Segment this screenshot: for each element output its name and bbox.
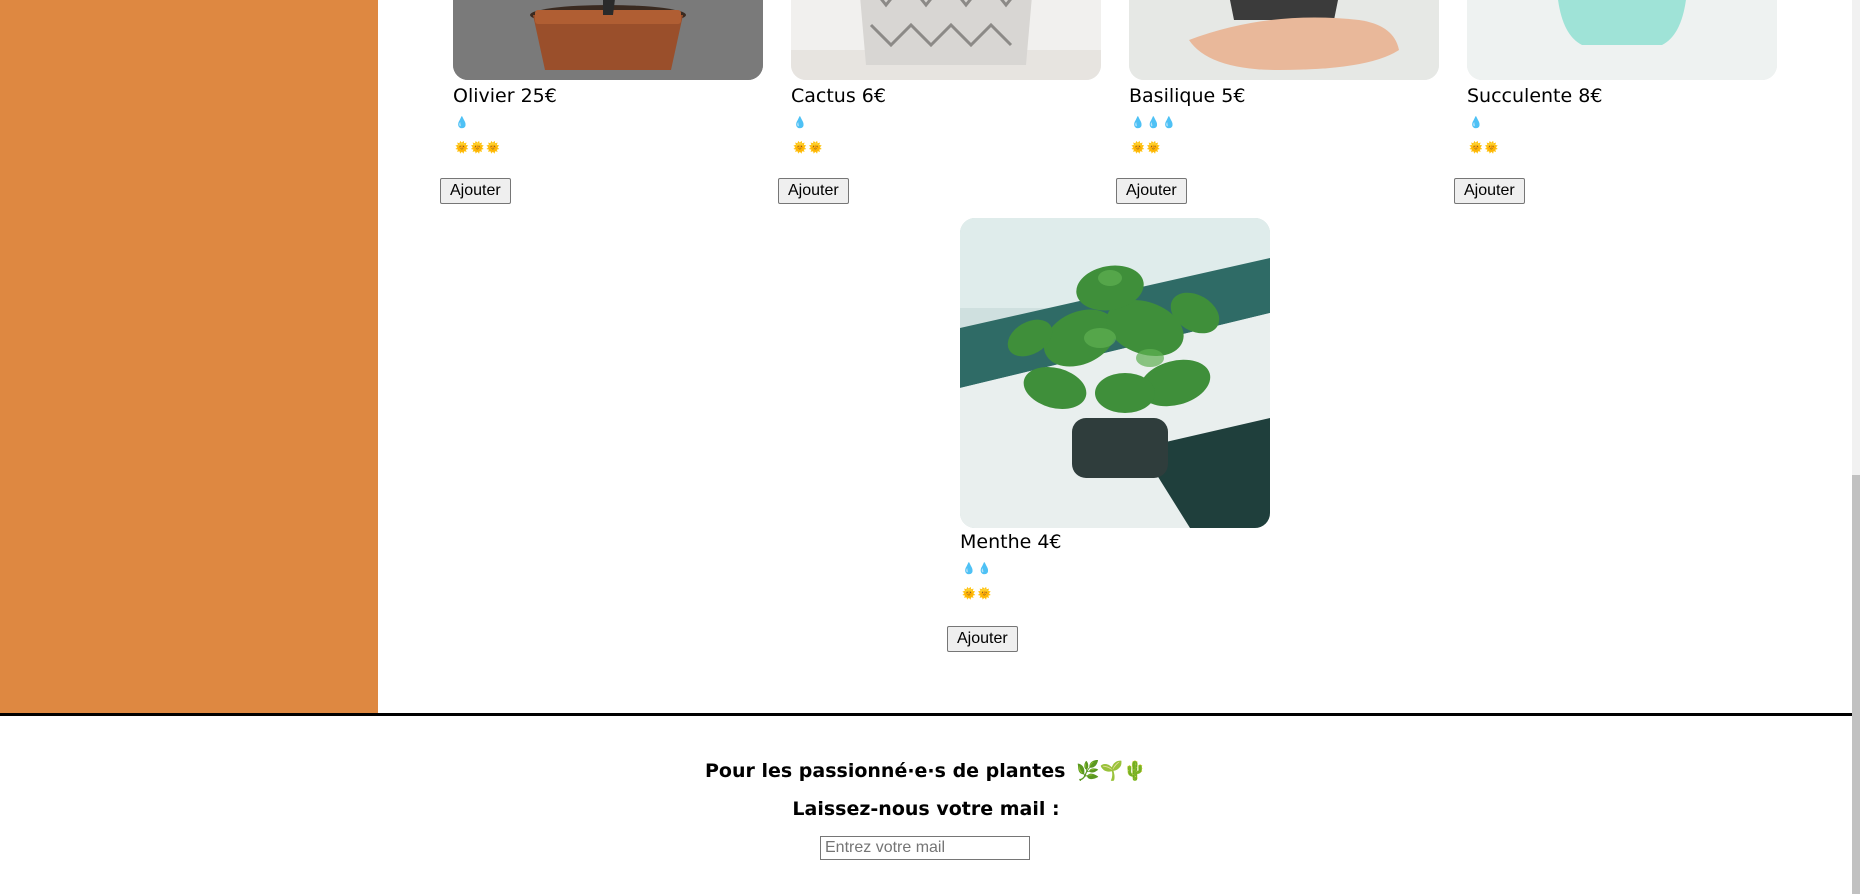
email-field[interactable] [820,836,1030,860]
plant-photo-menthe [960,218,1270,528]
water-icon: 💧 [1469,116,1485,129]
water-icon: 💧💧 [962,562,994,575]
sun-icon: 🌞🌞 [793,141,825,154]
plant-list: Olivier 25€ 💧 🌞🌞🌞 Ajouter Cactus 6€ 💧 🌞🌞… [378,0,1850,714]
sun-icon: 🌞🌞🌞 [455,141,503,154]
add-button-olivier[interactable]: Ajouter [440,178,511,204]
add-button-basilique[interactable]: Ajouter [1116,178,1187,204]
plant-name: Succulente 8€ [1467,85,1603,107]
plant-photo-cactus [791,0,1101,80]
plant-emoji-icons: 🌿🌱🌵 [1076,760,1148,782]
mail-label: Laissez-nous votre mail : [792,798,1060,820]
scrollbar-track[interactable] [1852,0,1860,894]
sun-icon: 🌞🌞 [962,587,994,600]
water-icon: 💧💧💧 [1131,116,1179,129]
plant-photo-succulente [1467,0,1777,80]
water-icon: 💧 [793,116,809,129]
add-button-menthe[interactable]: Ajouter [947,626,1018,652]
sun-icon: 🌞🌞 [1469,141,1501,154]
sidebar [0,0,378,714]
plant-photo-basilique [1129,0,1439,80]
scrollbar-thumb[interactable] [1852,475,1860,894]
footer-title: Pour les passionné·e·s de plantes 🌿🌱🌵 [0,759,1852,782]
add-button-cactus[interactable]: Ajouter [778,178,849,204]
plant-name: Basilique 5€ [1129,85,1246,107]
plant-name: Cactus 6€ [791,85,886,107]
water-icon: 💧 [455,116,471,129]
footer: Pour les passionné·e·s de plantes 🌿🌱🌵 La… [0,716,1852,894]
sun-icon: 🌞🌞 [1131,141,1163,154]
plant-photo-olivier [453,0,763,80]
add-button-succulente[interactable]: Ajouter [1454,178,1525,204]
plant-name: Menthe 4€ [960,531,1062,553]
footer-title-text: Pour les passionné·e·s de plantes [704,760,1066,782]
plant-name: Olivier 25€ [453,85,557,107]
